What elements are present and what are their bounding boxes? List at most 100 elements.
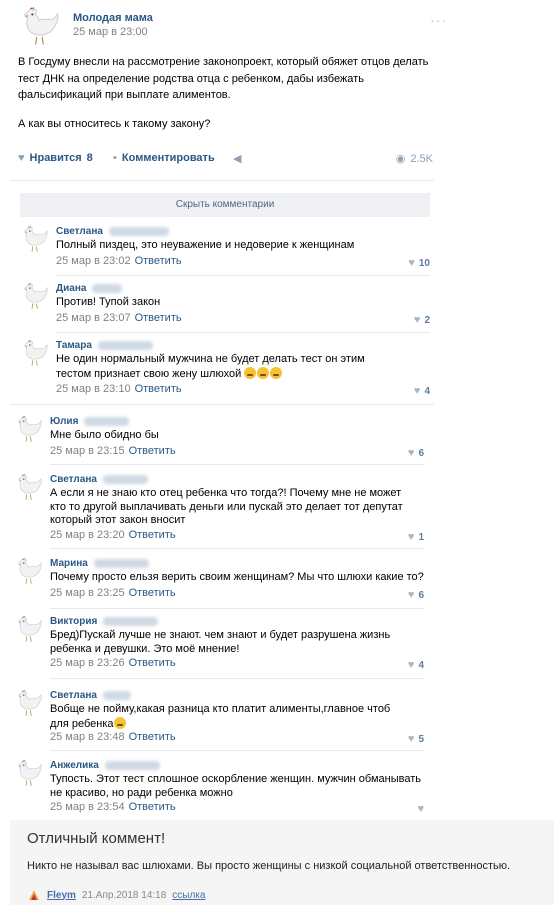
commenter-name[interactable]: Светлана xyxy=(50,474,148,485)
heart-icon: ♥ xyxy=(407,531,415,543)
comment-meta: 25 мар в 23:26 Ответить xyxy=(50,657,176,669)
commenter-name[interactable]: Светлана xyxy=(56,226,169,237)
commenter-name[interactable]: Юлия xyxy=(50,416,130,427)
comment-like-count: 5 xyxy=(418,733,424,745)
divider xyxy=(50,750,424,751)
comment-like-button[interactable]: ♥ 2 xyxy=(414,314,430,326)
divider xyxy=(56,275,430,276)
comment-meta: 25 мар в 23:10 Ответить xyxy=(56,383,182,395)
post-author[interactable]: Молодая мама xyxy=(73,12,153,24)
comment-text: Мне было обидно бы xyxy=(50,429,159,441)
post-question: А как вы относитесь к такому закону? xyxy=(18,117,211,130)
comment-meta: 25 мар в 23:15 Ответить xyxy=(50,445,176,457)
comment-item: Светлана Полный пиздец, это неуважение и… xyxy=(20,224,430,276)
comment-date[interactable]: 25 мар в 23:15 xyxy=(50,445,125,457)
commenter-avatar[interactable] xyxy=(14,614,44,644)
heart-icon: ♥ xyxy=(413,314,421,326)
post-date[interactable]: 25 мар в 23:00 xyxy=(73,26,148,38)
commenter-avatar[interactable] xyxy=(20,281,50,311)
commenter-name[interactable]: Анжелика xyxy=(50,760,160,771)
emoji-icon xyxy=(113,716,126,729)
divider xyxy=(50,548,424,549)
like-label: Нравится xyxy=(29,152,82,164)
commenter-avatar[interactable] xyxy=(20,224,50,254)
commenter-name[interactable]: Диана xyxy=(56,283,123,294)
comment-meta: 25 мар в 23:48 Ответить xyxy=(50,731,176,743)
comment-text: Почему просто ельзя верить своим женщина… xyxy=(50,571,424,583)
featured-user[interactable]: Fleym xyxy=(47,890,76,901)
comment-date[interactable]: 25 мар в 23:54 xyxy=(50,801,125,813)
emoji-icon xyxy=(270,366,283,379)
comment-item: Юлия Мне было обидно бы 25 мар в 23:15 От… xyxy=(14,414,424,465)
comment-like-button[interactable]: ♥ xyxy=(417,803,424,815)
hide-comments-button[interactable]: Скрыть комментарии xyxy=(20,193,430,217)
like-button[interactable]: ♥ Нравится 8 xyxy=(18,152,93,164)
comment-date[interactable]: 25 мар в 23:26 xyxy=(50,657,125,669)
comment-like-button[interactable]: ♥ 1 xyxy=(408,531,424,543)
reply-button[interactable]: Ответить xyxy=(129,587,176,599)
commenter-name[interactable]: Тамара xyxy=(56,340,153,351)
divider xyxy=(50,608,424,609)
comment-text: Против! Тупой закон xyxy=(56,296,161,308)
comment-date[interactable]: 25 мар в 23:07 xyxy=(56,312,131,324)
reply-button[interactable]: Ответить xyxy=(135,255,182,267)
comment-item: Виктория Бред)Пускай лучше не знают. чем… xyxy=(14,614,424,679)
comment-text: Не один нормальный мужчина не будет дела… xyxy=(56,353,365,380)
reply-button[interactable]: Ответить xyxy=(129,801,176,813)
commenter-avatar[interactable] xyxy=(14,472,44,502)
heart-icon: ♥ xyxy=(417,803,424,815)
featured-date: 21.Апр.2018 14:18 xyxy=(81,889,167,901)
comment-text: А если я не знаю кто отец ребенка что то… xyxy=(50,487,403,526)
comment-text: Тупость. Этот тест сплошное оскорбление … xyxy=(50,773,421,799)
comment-like-button[interactable]: ♥ 5 xyxy=(408,733,424,745)
comment-icon: ▪ xyxy=(113,152,117,164)
commenter-name[interactable]: Виктория xyxy=(50,616,159,627)
commenter-avatar[interactable] xyxy=(20,338,50,368)
comment-like-button[interactable]: ♥ 4 xyxy=(414,385,430,397)
user-avatar-icon xyxy=(29,890,39,900)
featured-title: Отличный коммент! xyxy=(27,830,166,847)
comment-like-button[interactable]: ♥ 4 xyxy=(408,659,424,671)
commenter-name[interactable]: Светлана xyxy=(50,690,131,701)
reply-button[interactable]: Ответить xyxy=(129,529,176,541)
divider xyxy=(56,332,430,333)
comment-date[interactable]: 25 мар в 23:25 xyxy=(50,587,125,599)
comment-text: Бред)Пускай лучше не знают. чем знают и … xyxy=(50,629,391,655)
comment-like-button[interactable]: ♥ 10 xyxy=(408,257,430,269)
commenter-avatar[interactable] xyxy=(14,556,44,586)
comment-like-button[interactable]: ♥ 6 xyxy=(408,589,424,601)
heart-icon: ♥ xyxy=(407,733,415,745)
comment-date[interactable]: 25 мар в 23:48 xyxy=(50,731,125,743)
comment-date[interactable]: 25 мар в 23:20 xyxy=(50,529,125,541)
comment-meta: 25 мар в 23:54 Ответить xyxy=(50,801,176,813)
comment-like-count: 10 xyxy=(418,257,430,269)
commenter-name[interactable]: Марина xyxy=(50,558,149,569)
heart-icon: ♥ xyxy=(408,257,415,269)
author-avatar[interactable] xyxy=(18,4,62,48)
reply-button[interactable]: Ответить xyxy=(135,383,182,395)
comment-like-count: 6 xyxy=(418,589,424,601)
reply-button[interactable]: Ответить xyxy=(129,731,176,743)
commenter-avatar[interactable] xyxy=(14,414,44,444)
reply-button[interactable]: Ответить xyxy=(129,657,176,669)
heart-icon: ♥ xyxy=(407,589,415,601)
divider xyxy=(10,180,434,181)
post-header: Молодая мама 25 мар в 23:00 ··· xyxy=(18,4,446,50)
comment-date[interactable]: 25 мар в 23:10 xyxy=(56,383,131,395)
share-button[interactable]: ◀ xyxy=(233,152,241,165)
commenter-avatar[interactable] xyxy=(14,688,44,718)
post-actions: ♥ Нравится 8 ▪ Комментировать ◀ ◉ 2.5K xyxy=(18,150,433,170)
heart-icon: ♥ xyxy=(407,659,415,671)
comment-text: Вобще не пойму,какая разница кто платит … xyxy=(50,703,391,730)
comment-like-button[interactable]: ♥ 6 xyxy=(408,447,424,459)
comment-item: Светлана Вобще не пойму,какая разница кт… xyxy=(14,688,424,751)
comment-like-count: 4 xyxy=(418,659,424,671)
comment-button[interactable]: ▪ Комментировать xyxy=(113,152,215,164)
commenter-avatar[interactable] xyxy=(14,758,44,788)
featured-link[interactable]: ссылка xyxy=(172,890,205,901)
reply-button[interactable]: Ответить xyxy=(129,445,176,457)
like-count: 8 xyxy=(86,152,93,164)
comment-date[interactable]: 25 мар в 23:02 xyxy=(56,255,131,267)
more-options-icon[interactable]: ··· xyxy=(430,12,447,28)
reply-button[interactable]: Ответить xyxy=(135,312,182,324)
